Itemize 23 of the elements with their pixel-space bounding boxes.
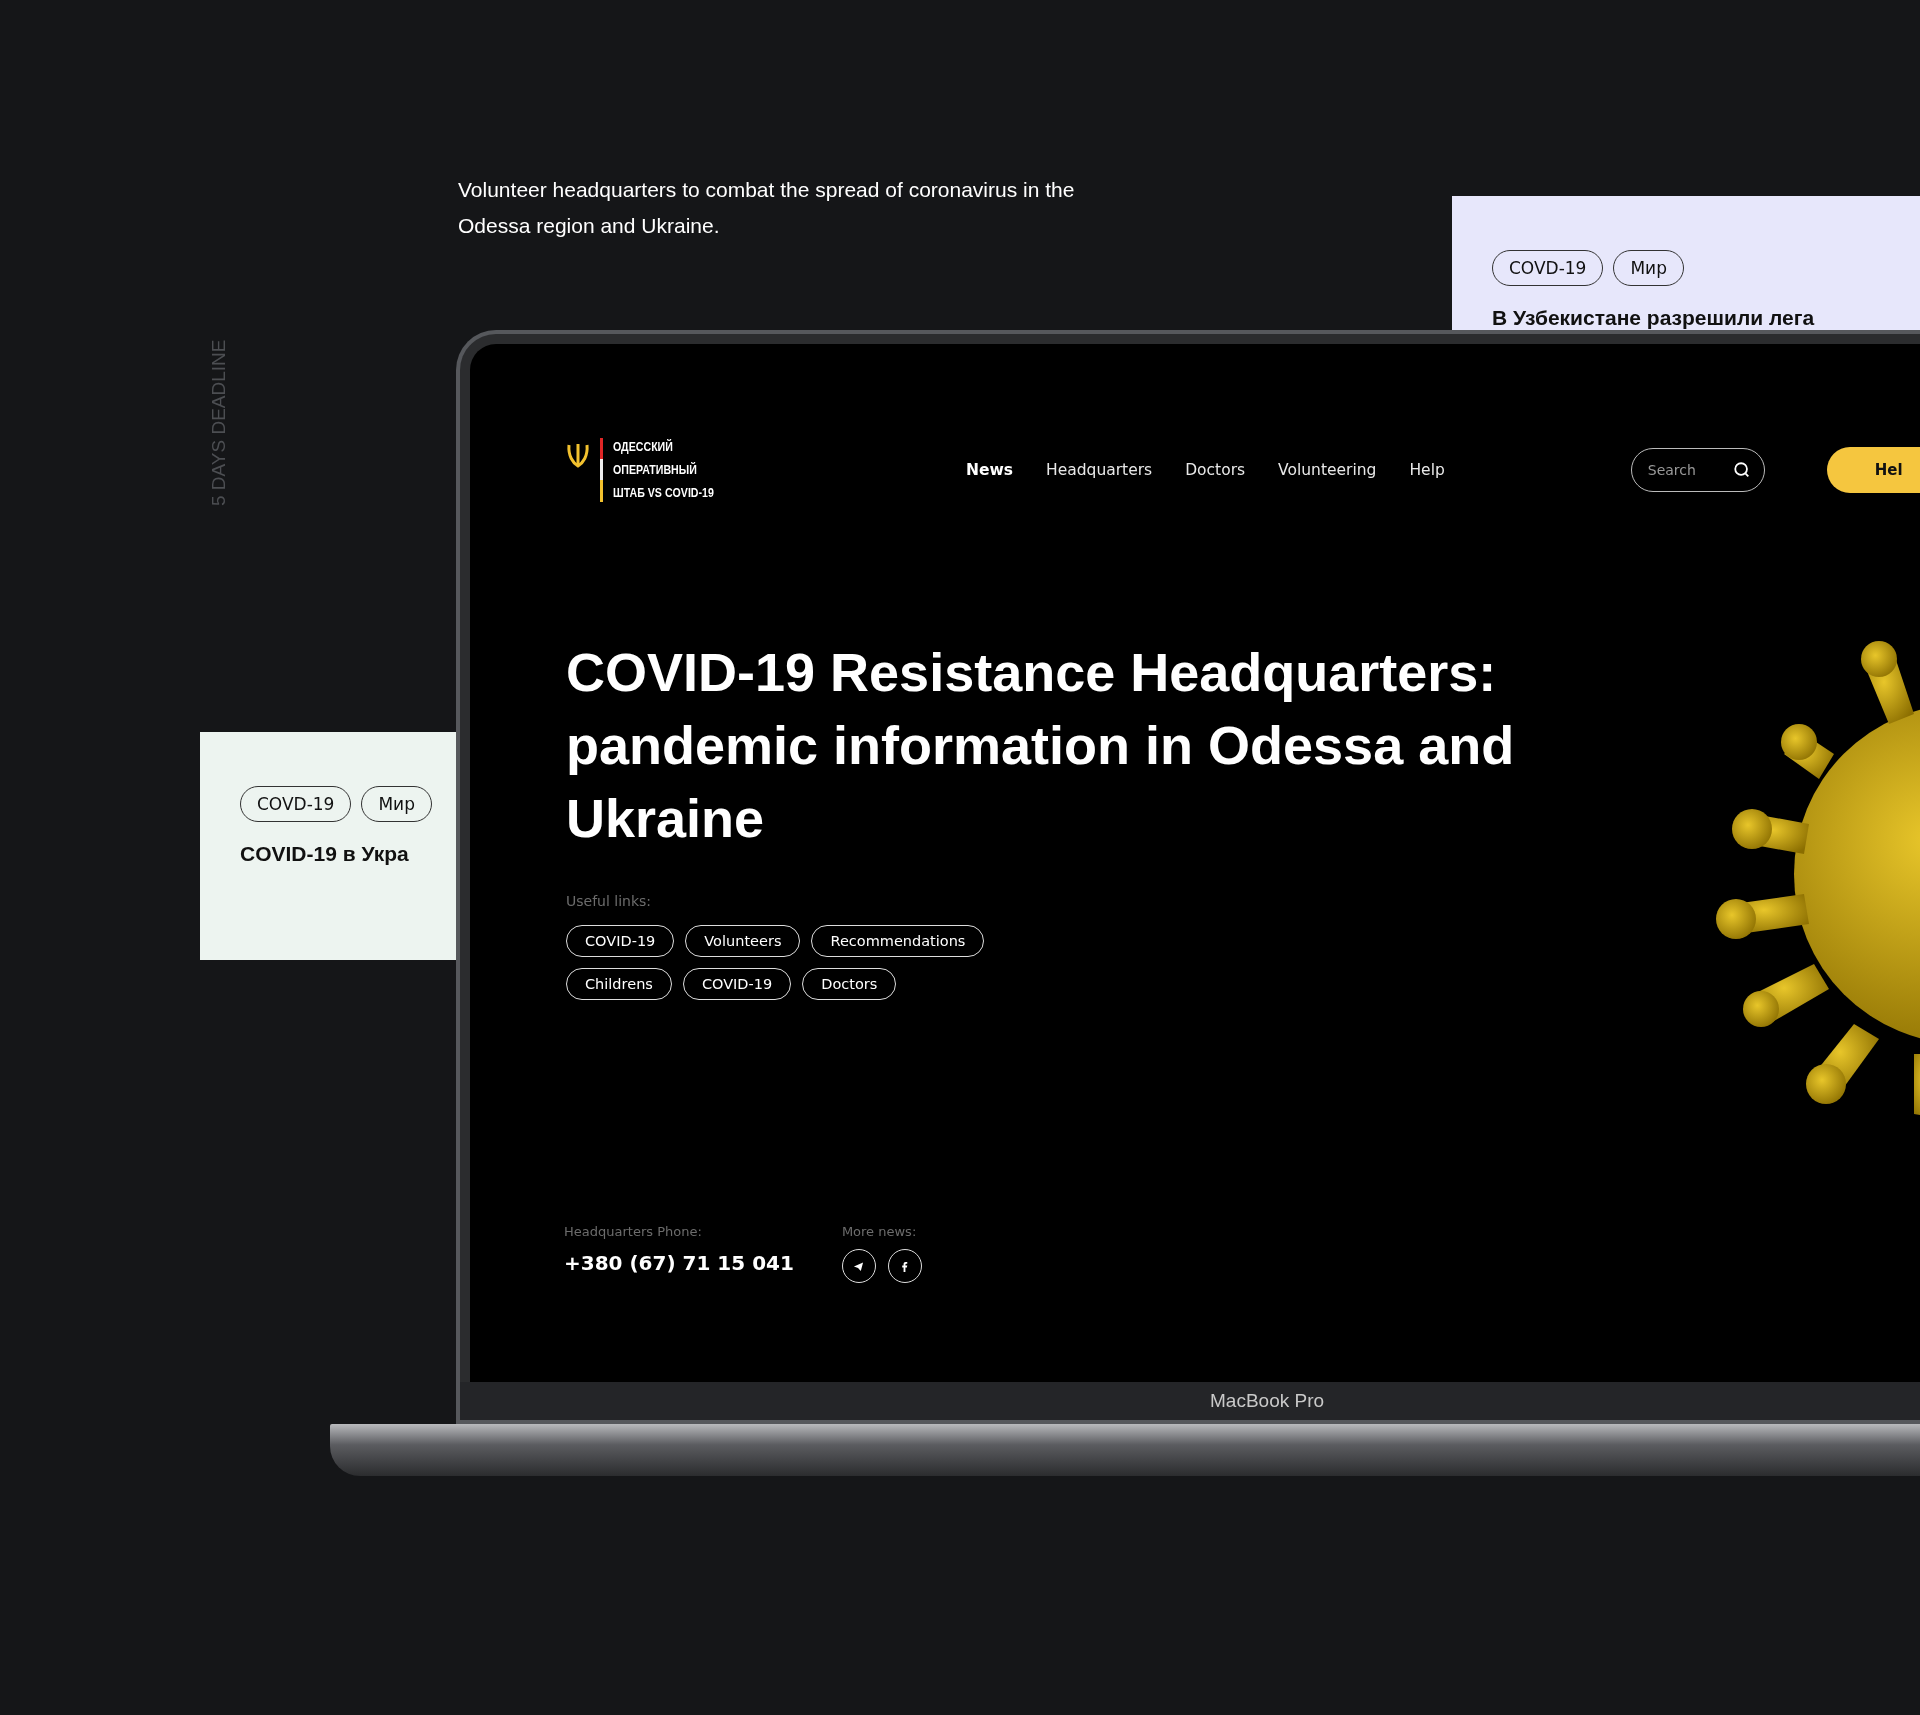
nav-link[interactable]: News: [966, 461, 1014, 479]
side-label: 5 DAYS DEADLINE: [208, 339, 230, 506]
help-button[interactable]: Hel: [1826, 447, 1920, 493]
nav-link[interactable]: Doctors: [1185, 461, 1246, 479]
more-news-label: More news:: [841, 1224, 918, 1239]
nav-link[interactable]: Headquarters: [1046, 461, 1153, 479]
hero-headline: COVID-19 Resistance Headquarters: pandemic information in Odessa and Ukraine: [566, 641, 1516, 850]
phone-label: Headquarters Phone:: [564, 1224, 703, 1239]
card-title: В Узбекистане разрешили лега: [1492, 305, 1815, 331]
logo-text: ОПЕРАТИВНЫЙ: [613, 461, 698, 479]
useful-links-label: Useful links:: [566, 893, 653, 909]
device-label: MacBook Pro: [460, 1382, 1920, 1420]
search-field[interactable]: Search: [1630, 448, 1765, 492]
card-title: COVID-19 в Укра: [240, 841, 409, 867]
nav-link[interactable]: Help: [1409, 461, 1445, 479]
search-icon: [1732, 461, 1751, 479]
shield-icon: [566, 441, 590, 468]
nav-link[interactable]: Volunteering: [1278, 461, 1377, 479]
phone-number: +380 (67) 71 15 041: [564, 1251, 794, 1275]
flag-stripe: [600, 438, 603, 502]
logo-text: ОДЕССКИЙ: [613, 438, 674, 456]
intro-text: Volunteer headquarters to combat the spread of coronavirus in the Odessa region and Ukraine.: [458, 177, 1076, 239]
logo-text: ШТАБ VS COVID-19: [613, 484, 714, 502]
